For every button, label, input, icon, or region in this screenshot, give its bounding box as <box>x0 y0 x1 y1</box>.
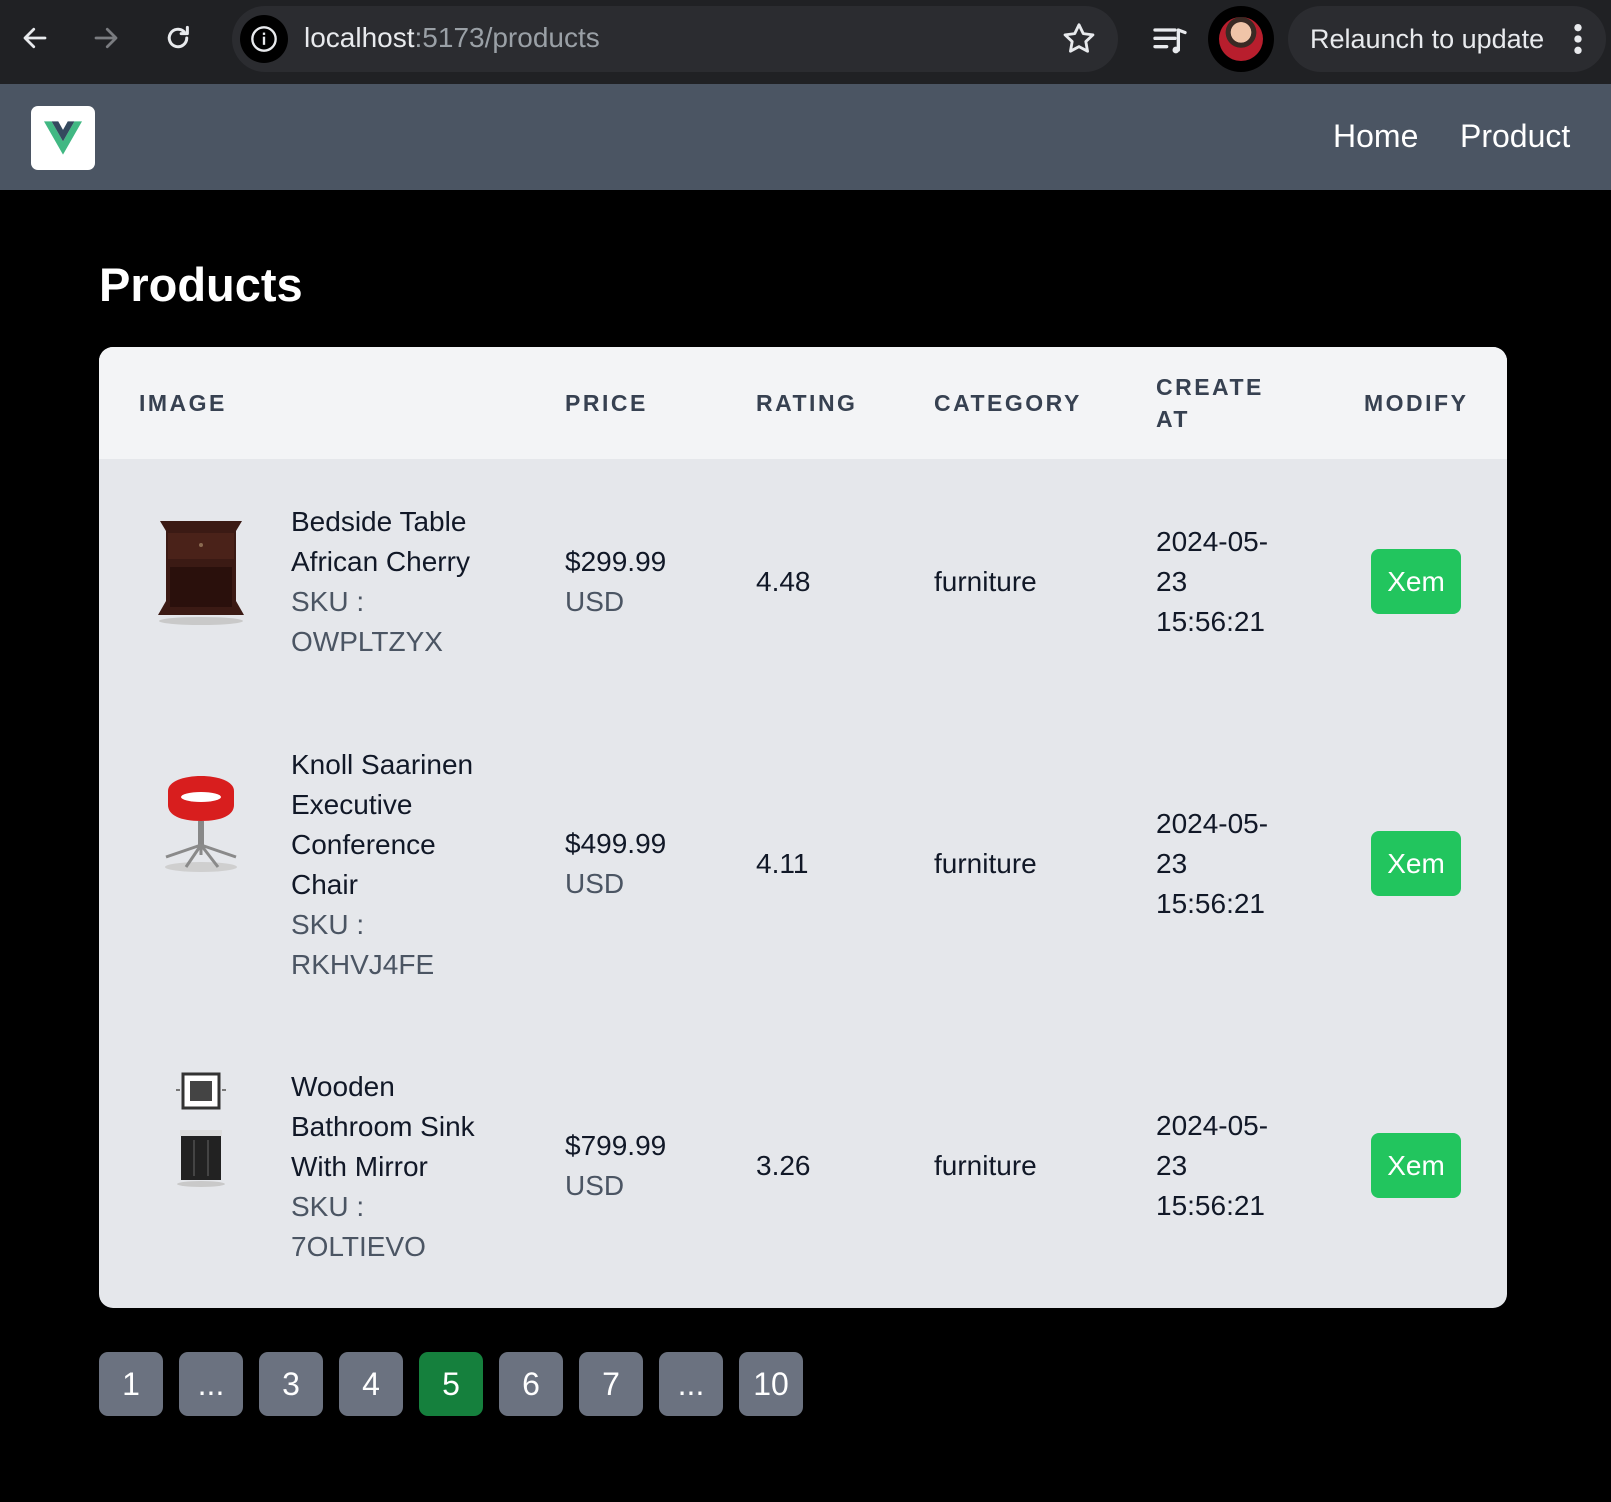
product-name-line: With Mirror <box>291 1151 428 1182</box>
info-icon <box>251 26 277 52</box>
product-price: $499.99 USD <box>565 824 666 904</box>
page-title: Products <box>99 258 303 311</box>
product-name: Wooden Bathroom Sink With Mirror SKU : 7… <box>291 1067 475 1267</box>
product-name-line: Conference <box>291 829 436 860</box>
sku-label: SKU : <box>291 586 365 617</box>
back-button[interactable] <box>11 14 59 62</box>
product-price: $299.99 USD <box>565 542 666 622</box>
price-currency: USD <box>565 586 625 617</box>
date-line: 2024-05- <box>1156 526 1269 557</box>
more-vert-icon <box>1574 23 1582 55</box>
sku-value: RKHVJ4FE <box>291 949 435 980</box>
date-line: 15:56:21 <box>1156 888 1265 919</box>
product-category: furniture <box>934 566 1037 597</box>
profile-avatar[interactable] <box>1208 6 1274 72</box>
media-controls-icon[interactable] <box>1150 20 1190 60</box>
sku-value: 7OLTIEVO <box>291 1231 426 1262</box>
column-header-rating: RATING <box>756 390 858 416</box>
date-line: 15:56:21 <box>1156 1190 1265 1221</box>
column-header-image: IMAGE <box>139 390 227 416</box>
product-name-line: African Cherry <box>291 546 470 577</box>
product-image-bedside-table <box>158 521 244 625</box>
product-rating: 3.26 <box>756 1150 811 1181</box>
date-line: 2024-05- <box>1156 1110 1269 1141</box>
price-currency: USD <box>565 1170 625 1201</box>
product-price: $799.99 USD <box>565 1126 666 1206</box>
relaunch-button[interactable]: Relaunch to update <box>1288 6 1606 72</box>
sku-value: OWPLTZYX <box>291 626 443 657</box>
page-button-active[interactable]: 5 <box>419 1352 483 1416</box>
product-created-at: 2024-05- 23 15:56:21 <box>1156 804 1268 924</box>
reload-icon <box>167 25 189 49</box>
price-currency: USD <box>565 868 625 899</box>
product-name-line: Wooden <box>291 1071 395 1102</box>
view-button[interactable]: Xem <box>1371 831 1461 896</box>
view-button[interactable]: Xem <box>1371 1133 1461 1198</box>
page-button[interactable]: 3 <box>259 1352 323 1416</box>
page-button[interactable]: 10 <box>739 1352 803 1416</box>
product-created-at: 2024-05- 23 15:56:21 <box>1156 1106 1268 1226</box>
date-line: 23 <box>1156 1150 1188 1181</box>
url-host: localhost <box>304 22 415 53</box>
page-button[interactable]: 7 <box>579 1352 643 1416</box>
price-amount: $799.99 <box>565 1130 667 1161</box>
date-line: 23 <box>1156 848 1188 879</box>
sku-label: SKU : <box>291 909 365 940</box>
column-header-modify: MODIFY <box>1364 390 1469 416</box>
avatar-image <box>1219 17 1263 61</box>
table-header: IMAGE PRICE RATING CATEGORY CREATE AT MO… <box>99 347 1507 459</box>
relaunch-label: Relaunch to update <box>1310 24 1545 54</box>
product-name-line: Bathroom Sink <box>291 1111 475 1142</box>
site-info-button[interactable] <box>240 15 288 63</box>
product-name: Knoll Saarinen Executive Conference Chai… <box>291 745 473 985</box>
nav-home[interactable]: Home <box>1333 118 1418 155</box>
page-ellipsis[interactable]: ... <box>179 1352 243 1416</box>
product-image-bathroom-sink <box>176 1072 226 1187</box>
product-category: furniture <box>934 848 1037 879</box>
nav-product[interactable]: Product <box>1460 118 1570 155</box>
product-image-red-chair <box>165 776 237 872</box>
product-name-line: Executive <box>291 789 413 820</box>
page-button[interactable]: 4 <box>339 1352 403 1416</box>
create-at-line: CREATE <box>1156 374 1264 400</box>
reload-button[interactable] <box>154 14 202 62</box>
price-amount: $499.99 <box>565 828 667 859</box>
url-path: :5173/products <box>414 22 600 53</box>
date-line: 15:56:21 <box>1156 606 1265 637</box>
create-at-line: AT <box>1156 406 1190 432</box>
date-line: 2024-05- <box>1156 808 1269 839</box>
page-ellipsis[interactable]: ... <box>659 1352 723 1416</box>
page-button[interactable]: 1 <box>99 1352 163 1416</box>
forward-button[interactable] <box>82 14 130 62</box>
product-rating: 4.48 <box>756 566 811 597</box>
products-table: IMAGE PRICE RATING CATEGORY CREATE AT MO… <box>99 347 1507 1308</box>
bookmark-star-icon[interactable] <box>1060 20 1098 58</box>
page-button[interactable]: 6 <box>499 1352 563 1416</box>
product-name: Bedside Table African Cherry SKU : OWPLT… <box>291 502 470 662</box>
product-created-at: 2024-05- 23 15:56:21 <box>1156 522 1268 642</box>
column-header-category: CATEGORY <box>934 390 1082 416</box>
view-button[interactable]: Xem <box>1371 549 1461 614</box>
app-header: Home Product <box>0 84 1611 190</box>
date-line: 23 <box>1156 566 1188 597</box>
logo[interactable] <box>31 106 95 170</box>
product-rating: 4.11 <box>756 848 809 879</box>
product-category: furniture <box>934 1150 1037 1181</box>
vue-logo-icon <box>44 121 82 155</box>
product-name-line: Chair <box>291 869 358 900</box>
sku-label: SKU : <box>291 1191 365 1222</box>
arrow-right-icon <box>94 27 118 49</box>
address-bar[interactable]: localhost:5173/products <box>232 6 1118 72</box>
browser-toolbar: localhost:5173/products Relaunch to upda… <box>0 0 1611 84</box>
column-header-create-at: CREATE AT <box>1156 371 1264 435</box>
column-header-price: PRICE <box>565 390 648 416</box>
url-text: localhost:5173/products <box>304 22 600 54</box>
arrow-left-icon <box>23 27 47 49</box>
product-name-line: Bedside Table <box>291 506 467 537</box>
product-name-line: Knoll Saarinen <box>291 749 474 780</box>
price-amount: $299.99 <box>565 546 667 577</box>
